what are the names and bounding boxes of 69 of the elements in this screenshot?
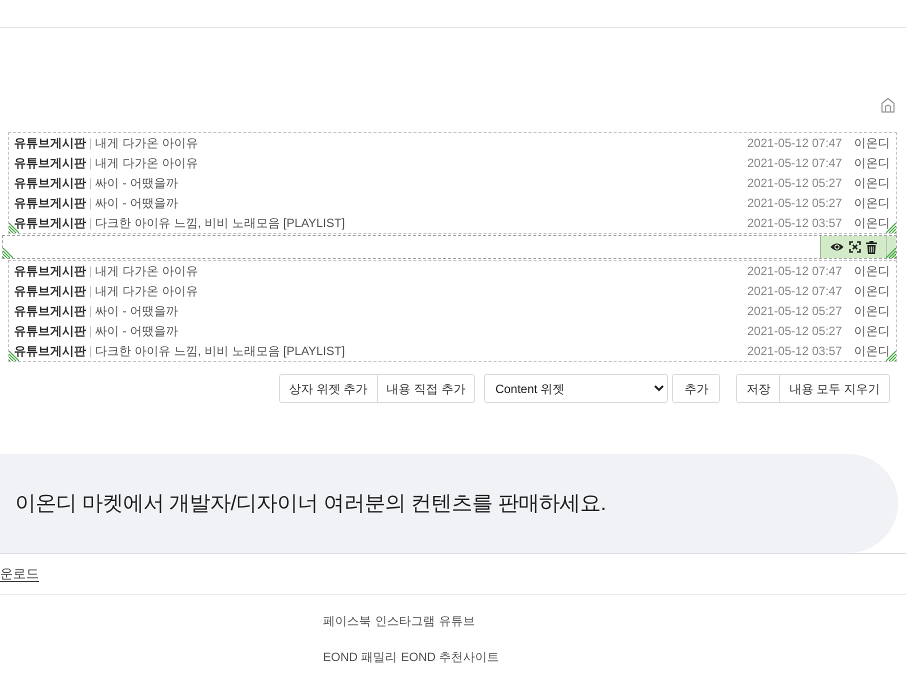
post-title-link[interactable]: 싸이 - 어땠을까 — [95, 302, 178, 320]
post-author: 이온디 — [854, 263, 890, 280]
post-date: 2021-05-12 03:57 — [747, 343, 842, 360]
footer-link[interactable]: 유튜브 — [439, 612, 475, 630]
post-author: 이온디 — [854, 195, 890, 212]
board-name: 유튜브게시판 — [14, 155, 86, 172]
resize-handle-icon[interactable] — [3, 248, 13, 258]
home-icon[interactable] — [880, 97, 896, 113]
footer-link[interactable]: EOND 추천사이트 — [401, 648, 500, 666]
post-title-link[interactable]: 내게 다가온 아이유 — [95, 282, 198, 300]
post-date: 2021-05-12 07:47 — [747, 283, 842, 300]
post-author: 이온디 — [854, 175, 890, 192]
post-author: 이온디 — [854, 155, 890, 172]
post-date: 2021-05-12 07:47 — [747, 155, 842, 172]
promo-text: 이온디 마켓에서 개발자/디자이너 여러분의 컨텐츠를 판매하세요. — [15, 490, 606, 517]
post-title-link[interactable]: 다크한 아이유 느낌, 비비 노래모음 [PLAYLIST] — [95, 214, 345, 232]
board-name: 유튜브게시판 — [14, 135, 86, 152]
post-date: 2021-05-12 07:47 — [747, 135, 842, 152]
separator-text: | — [89, 135, 92, 152]
board-name: 유튜브게시판 — [14, 283, 86, 300]
post-title-link[interactable]: 싸이 - 어땠을까 — [95, 322, 178, 340]
board-name: 유튜브게시판 — [14, 215, 86, 232]
separator-text: | — [89, 195, 92, 212]
post-author: 이온디 — [854, 215, 890, 232]
toolbar-button[interactable]: 상자 위젯 추가 — [278, 374, 378, 403]
board-name: 유튜브게시판 — [14, 323, 86, 340]
post-author: 이온디 — [854, 303, 890, 320]
separator-text: | — [89, 343, 92, 360]
footer-link[interactable]: 인스타그램 — [375, 612, 435, 630]
post-date: 2021-05-12 05:27 — [747, 175, 842, 192]
post-author: 이온디 — [854, 343, 890, 360]
post-author: 이온디 — [854, 283, 890, 300]
board-name: 유튜브게시판 — [14, 175, 86, 192]
board-name: 유튜브게시판 — [14, 195, 86, 212]
toolbar-button[interactable]: 내용 모두 지우기 — [779, 374, 890, 403]
eye-icon[interactable] — [830, 241, 844, 253]
add-button[interactable]: 추가 — [672, 374, 720, 403]
post-title-link[interactable]: 내게 다가온 아이유 — [95, 134, 198, 152]
post-date: 2021-05-12 07:47 — [747, 263, 842, 280]
separator-text: | — [89, 283, 92, 300]
footer-link[interactable]: EOND 패밀리 — [323, 648, 398, 666]
trash-icon[interactable] — [866, 240, 877, 254]
post-title-link[interactable]: 내게 다가온 아이유 — [95, 262, 198, 280]
toolbar-button[interactable]: 저장 — [736, 374, 780, 403]
post-date: 2021-05-12 05:27 — [747, 323, 842, 340]
separator-text: | — [89, 263, 92, 280]
board-name: 유튜브게시판 — [14, 303, 86, 320]
separator-text: | — [89, 155, 92, 172]
post-date: 2021-05-12 05:27 — [747, 195, 842, 212]
board-name: 유튜브게시판 — [14, 343, 86, 360]
menu-link[interactable]: 운로드 — [0, 564, 39, 584]
separator-text: | — [89, 215, 92, 232]
post-date: 2021-05-12 05:27 — [747, 303, 842, 320]
post-title-link[interactable]: 다크한 아이유 느낌, 비비 노래모음 [PLAYLIST] — [95, 342, 345, 360]
footer-link[interactable]: 페이스북 — [323, 612, 371, 630]
separator-text: | — [89, 175, 92, 192]
board-name: 유튜브게시판 — [14, 263, 86, 280]
resize-handle-icon[interactable] — [886, 248, 896, 258]
post-title-link[interactable]: 싸이 - 어땠을까 — [95, 194, 178, 212]
expand-icon[interactable] — [849, 241, 861, 253]
separator-text: | — [89, 323, 92, 340]
post-title-link[interactable]: 내게 다가온 아이유 — [95, 154, 198, 172]
post-date: 2021-05-12 03:57 — [747, 215, 842, 232]
post-author: 이온디 — [854, 323, 890, 340]
post-title-link[interactable]: 싸이 - 어땠을까 — [95, 174, 178, 192]
toolbar-button[interactable]: 내용 직접 추가 — [376, 374, 476, 403]
widget-type-select[interactable]: Content 위젯 — [484, 374, 668, 403]
separator-text: | — [89, 303, 92, 320]
post-author: 이온디 — [854, 135, 890, 152]
